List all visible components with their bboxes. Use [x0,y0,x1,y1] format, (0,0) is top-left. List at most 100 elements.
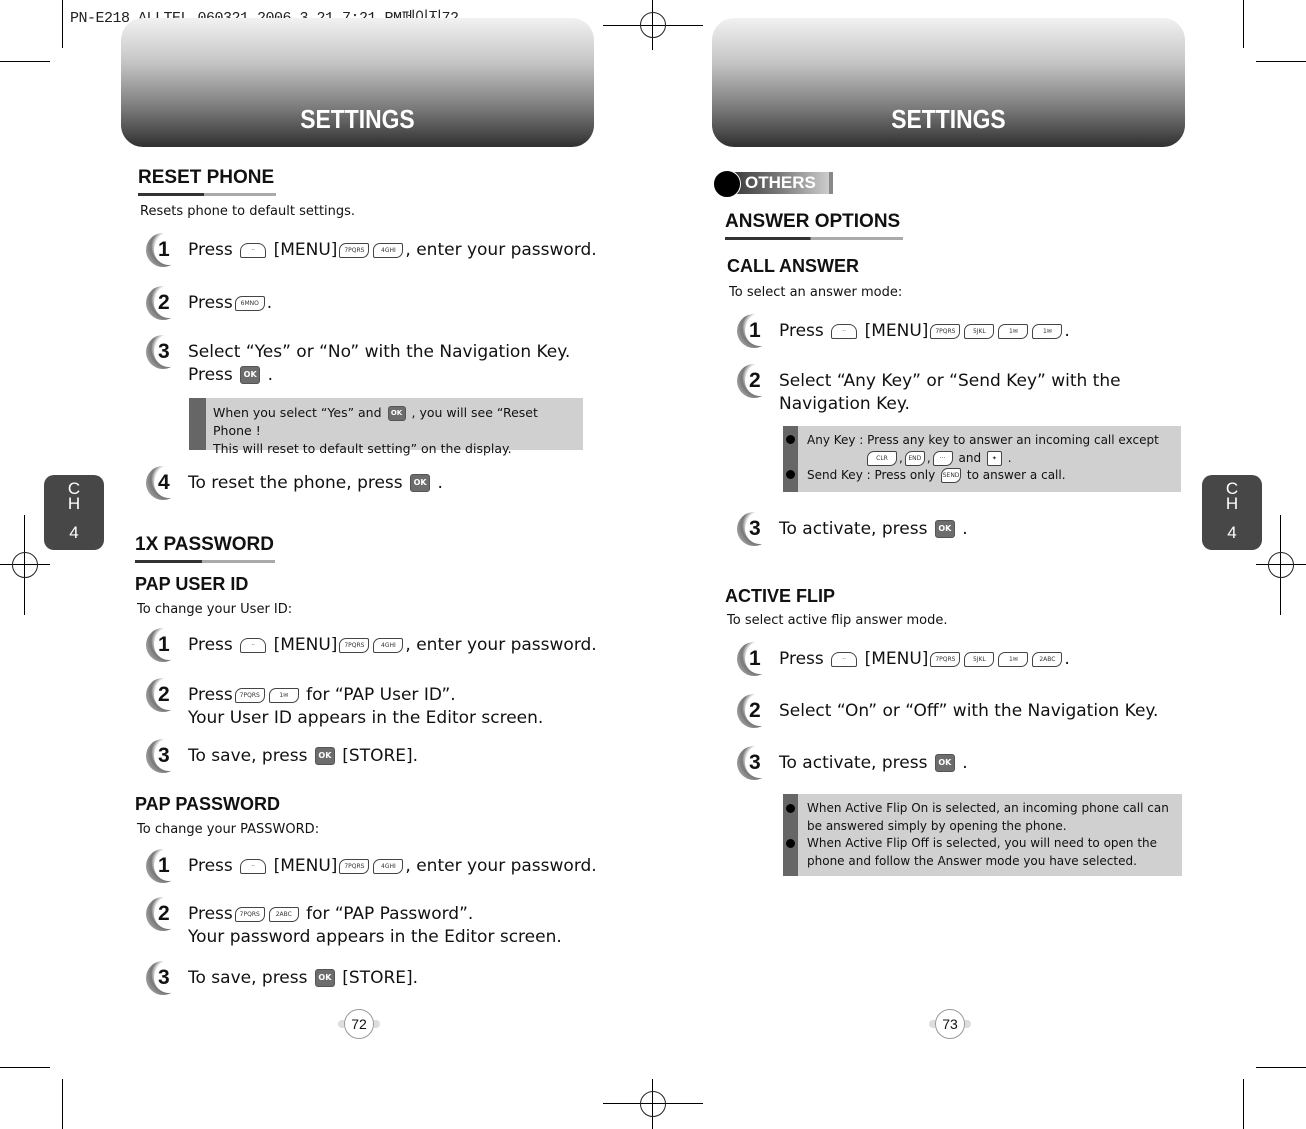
section-description: To change your User ID: [137,602,293,617]
section-description: To change your PASSWORD: [137,822,320,837]
step-text: Your password appears in the Editor scre… [188,927,562,947]
step-text: Press [188,856,233,876]
end-key-icon: END [904,450,925,466]
step-text: To activate, press [779,753,928,773]
step-number-badge: 3 [146,335,184,369]
note-text: be answered simply by opening the phone. [807,818,1067,833]
step-2: 2 Press 7PQRS 1✉ for “PAP User ID”. Your U… [146,678,544,730]
heading-underline [138,193,276,196]
step-1: 1 Press ·· [MENU] 7PQRS 5JKL 1✉ 1✉. [737,314,1070,348]
crop-mark [0,61,50,62]
ok-key-icon: OK [410,474,431,492]
note-text: When Active Flip On is selected, an inco… [807,801,1169,815]
step-number-badge: 1 [146,849,184,883]
key-4-icon: 4GHI [373,858,404,874]
page-banner-right: SETTINGS [712,18,1185,147]
page-number-left: 72 [338,1009,380,1039]
heading-underline [135,560,275,563]
chapter-number: 4 [1227,523,1237,542]
key-2-icon: 2ABC [268,906,299,922]
note-text: Send Key : Press only [807,468,936,482]
step-text: . [962,519,968,539]
step-text: . [437,473,443,493]
step-text: . [1064,321,1070,341]
key-4-icon: 4GHI [373,242,404,258]
step-text: . [1064,649,1070,669]
bullet-icon [786,435,795,444]
note-box-reset: When you select “Yes” and OK , you will … [189,398,583,456]
note-text: Any Key : Press any key to answer an inc… [807,433,1159,447]
section-heading-answer-options: ANSWER OPTIONS [725,211,903,240]
key-7-icon: 7PQRS [339,858,370,874]
step-1: 1 Press ·· [MENU] 7PQRS 5JKL 1✉ 2ABC. [737,642,1070,676]
step-2: 2 Press 7PQRS 2ABC for “PAP Password”. You… [146,897,562,949]
key-7-icon: 7PQRS [234,906,265,922]
step-3: 3 To save, press OK [STORE]. [146,961,418,995]
step-text: , enter your password. [405,856,597,876]
menu-label: [MENU] [273,240,338,260]
step-3: 3 Select “Yes” or “No” with the Navigati… [146,335,571,387]
chapter-letters: CH [1225,479,1239,513]
navigation-key-icon: ✦ [986,450,1002,466]
crop-mark [1243,1079,1244,1129]
key-5-icon: 5JKL [964,323,995,339]
step-text: for “PAP User ID”. [306,685,456,705]
crop-mark [62,1079,63,1129]
step-text: . [267,365,273,385]
chapter-tab-right: CH 4 [1202,475,1262,550]
note-text: and [958,450,982,465]
note-box-call-answer: Any Key : Press any key to answer an inc… [783,426,1181,492]
step-text: Your User ID appears in the Editor scree… [188,708,544,728]
note-text: , [926,450,931,465]
step-number-badge: 1 [146,628,184,662]
section-description: Resets phone to default settings. [140,204,356,219]
step-text: To activate, press [779,519,928,539]
registration-mark [640,1091,666,1117]
banner-title: SETTINGS [300,104,415,134]
crop-mark [1256,1067,1306,1068]
chapter-number: 4 [69,523,79,542]
step-text: Navigation Key. [779,394,910,414]
crop-mark [1243,0,1244,48]
note-bar [189,398,206,450]
page-banner-left: SETTINGS [121,18,594,147]
crop-mark [1256,61,1306,62]
step-text: Select “Yes” or “No” with the Navigation… [188,342,571,362]
note-text: phone and follow the Answer mode you hav… [807,853,1137,868]
key-7-icon: 7PQRS [930,651,961,667]
step-text: Press [188,240,233,260]
note-text: When you select “Yes” and [213,405,382,420]
step-3: 3 To save, press OK [STORE]. [146,739,419,773]
heading-underline [725,237,903,240]
step-text: Press [779,321,824,341]
heading-text: ANSWER OPTIONS [725,211,901,232]
menu-key-icon: ·· [831,651,858,667]
step-text: , enter your password. [405,240,597,260]
section-description: To select an answer mode: [729,285,903,300]
note-box-active-flip: When Active Flip On is selected, an inco… [783,794,1182,876]
step-4: 4 To reset the phone, press OK . [146,466,443,500]
step-number-badge: 3 [737,512,775,546]
heading-text: 1X PASSWORD [135,534,275,555]
menu-label: [MENU] [864,321,929,341]
note-text: When Active Flip Off is selected, you wi… [807,836,1158,850]
note-text: This will reset to default setting” on t… [213,441,512,456]
subheading-pap-password: PAP PASSWORD [135,794,281,814]
section-badge-others: OTHERS [713,170,833,198]
step-2: 2 Select “On” or “Off” with the Navigati… [737,694,1159,728]
step-text: Select “On” or “Off” with the Navigation… [779,701,1159,721]
key-5-icon: 5JKL [964,651,995,667]
step-number-badge: 2 [737,364,775,398]
step-text: Select “Any Key” or “Send Key” with the [779,371,1121,391]
banner-title: SETTINGS [891,104,1006,134]
crop-mark [62,0,63,48]
ok-key-icon: OK [934,754,955,772]
step-3: 3 To activate, press OK . [737,746,968,780]
subheading-active-flip: ACTIVE FLIP [725,586,836,606]
badge-label: OTHERS [745,173,816,192]
key-7-icon: 7PQRS [339,637,370,653]
step-number-badge: 3 [737,746,775,780]
step-1: 1 Press ·· [MENU] 7PQRS 4GHI, enter your p… [146,849,597,883]
registration-mark [1268,552,1294,578]
step-text: [STORE]. [342,746,419,766]
